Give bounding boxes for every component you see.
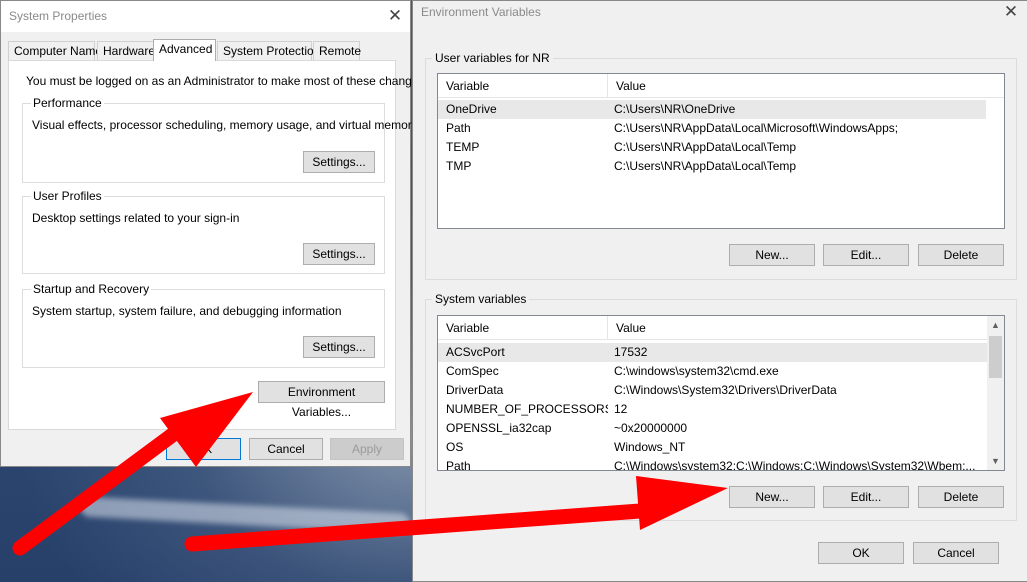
- table-row[interactable]: OPENSSL_ia32cap ~0x20000000: [438, 419, 987, 438]
- startup-recovery-settings-button[interactable]: Settings...: [303, 336, 375, 358]
- cancel-button[interactable]: Cancel: [249, 438, 323, 460]
- startup-recovery-description: System startup, system failure, and debu…: [32, 304, 342, 318]
- close-icon[interactable]: ✕: [384, 6, 406, 26]
- startup-recovery-group: Startup and Recovery System startup, sys…: [22, 282, 385, 368]
- system-variables-label: System variables: [432, 292, 530, 306]
- performance-description: Visual effects, processor scheduling, me…: [32, 118, 418, 132]
- environment-variables-button[interactable]: Environment Variables...: [258, 381, 385, 419]
- wallpaper-streak: [79, 496, 411, 534]
- performance-group: Performance Visual effects, processor sc…: [22, 96, 418, 183]
- table-row[interactable]: ACSvcPort 17532: [438, 343, 987, 362]
- value-cell: C:\Windows\system32;C:\Windows;C:\Window…: [614, 459, 976, 471]
- environment-variables-titlebar: Environment Variables ✕: [413, 1, 1027, 23]
- tab-system-protection[interactable]: System Protection: [217, 41, 320, 60]
- performance-settings-button[interactable]: Settings...: [303, 151, 375, 173]
- close-icon[interactable]: ✕: [1000, 2, 1022, 22]
- variable-cell: DriverData: [446, 383, 504, 397]
- value-cell: ~0x20000000: [614, 421, 688, 435]
- list-header: Variable Value: [438, 316, 1004, 340]
- scroll-up-icon[interactable]: ▲: [987, 317, 1004, 334]
- table-row[interactable]: DriverData C:\Windows\System32\Drivers\D…: [438, 381, 987, 400]
- performance-label: Performance: [31, 96, 104, 110]
- table-row[interactable]: ComSpec C:\windows\system32\cmd.exe: [438, 362, 987, 381]
- variable-cell: Path: [446, 459, 471, 471]
- scroll-down-icon[interactable]: ▼: [987, 453, 1004, 470]
- scroll-thumb[interactable]: [989, 336, 1002, 378]
- table-row[interactable]: TMP C:\Users\NR\AppData\Local\Temp: [438, 157, 986, 176]
- variable-cell: TEMP: [446, 140, 480, 154]
- user-edit-button[interactable]: Edit...: [823, 244, 909, 266]
- window-title: System Properties: [9, 9, 108, 23]
- value-cell: Windows_NT: [614, 440, 686, 454]
- value-cell: C:\windows\system32\cmd.exe: [614, 364, 779, 378]
- user-profiles-settings-button[interactable]: Settings...: [303, 243, 375, 265]
- value-cell: 17532: [614, 345, 648, 359]
- variable-cell: OPENSSL_ia32cap: [446, 421, 552, 435]
- user-profiles-label: User Profiles: [31, 189, 104, 203]
- system-variables-scrollbar[interactable]: ▲ ▼: [987, 316, 1004, 470]
- value-cell: C:\Users\NR\AppData\Local\Temp: [614, 159, 797, 173]
- system-properties-titlebar: System Properties ✕: [1, 1, 410, 32]
- column-header-value[interactable]: Value: [608, 316, 988, 340]
- user-profiles-group: User Profiles Desktop settings related t…: [22, 189, 385, 274]
- system-variables-list[interactable]: Variable Value ACSvcPort 17532 ComSpec C…: [437, 315, 1005, 471]
- value-cell: C:\Users\NR\AppData\Local\Temp: [614, 140, 797, 154]
- system-new-button[interactable]: New...: [729, 486, 815, 508]
- advanced-tab-panel: You must be logged on as an Administrato…: [8, 60, 428, 430]
- user-profiles-description: Desktop settings related to your sign-in: [32, 211, 240, 225]
- table-row[interactable]: OneDrive C:\Users\NR\OneDrive: [438, 100, 986, 119]
- env-cancel-button[interactable]: Cancel: [913, 542, 999, 564]
- system-delete-button[interactable]: Delete: [918, 486, 1004, 508]
- user-new-button[interactable]: New...: [729, 244, 815, 266]
- variable-cell: TMP: [446, 159, 472, 173]
- ok-button[interactable]: OK: [166, 438, 241, 460]
- list-header: Variable Value: [438, 74, 1004, 98]
- startup-recovery-label: Startup and Recovery: [31, 282, 152, 296]
- value-cell: 12: [614, 402, 628, 416]
- table-row[interactable]: Path C:\Windows\system32;C:\Windows;C:\W…: [438, 457, 987, 471]
- table-row[interactable]: Path C:\Users\NR\AppData\Local\Microsoft…: [438, 119, 986, 138]
- value-cell: C:\Users\NR\OneDrive: [614, 102, 736, 116]
- system-edit-button[interactable]: Edit...: [823, 486, 909, 508]
- table-row[interactable]: OS Windows_NT: [438, 438, 987, 457]
- admin-notice: You must be logged on as an Administrato…: [26, 74, 428, 88]
- environment-variables-window: Environment Variables ✕ User variables f…: [412, 0, 1027, 582]
- variable-cell: Path: [446, 121, 471, 135]
- column-header-value[interactable]: Value: [608, 74, 988, 98]
- variable-cell: OS: [446, 440, 464, 454]
- column-header-variable[interactable]: Variable: [438, 316, 608, 340]
- tab-computer-name[interactable]: Computer Name: [8, 41, 102, 60]
- column-header-variable[interactable]: Variable: [438, 74, 608, 98]
- tab-advanced[interactable]: Advanced: [153, 39, 216, 61]
- variable-cell: NUMBER_OF_PROCESSORS: [446, 402, 608, 416]
- value-cell: C:\Users\NR\AppData\Local\Microsoft\Wind…: [614, 121, 899, 135]
- user-variables-label: User variables for NR: [432, 51, 553, 65]
- apply-button: Apply: [330, 438, 404, 460]
- variable-cell: ACSvcPort: [446, 345, 505, 359]
- user-delete-button[interactable]: Delete: [918, 244, 1004, 266]
- tab-hardware[interactable]: Hardware: [97, 41, 155, 60]
- env-ok-button[interactable]: OK: [818, 542, 904, 564]
- table-row[interactable]: TEMP C:\Users\NR\AppData\Local\Temp: [438, 138, 986, 157]
- variable-cell: OneDrive: [446, 102, 497, 116]
- user-variables-list[interactable]: Variable Value OneDrive C:\Users\NR\OneD…: [437, 73, 1005, 229]
- value-cell: C:\Windows\System32\Drivers\DriverData: [614, 383, 837, 397]
- system-properties-window: System Properties ✕ Computer Name Hardwa…: [0, 0, 428, 467]
- tab-remote[interactable]: Remote: [313, 41, 361, 60]
- window-title: Environment Variables: [421, 5, 541, 19]
- variable-cell: ComSpec: [446, 364, 499, 378]
- table-row[interactable]: NUMBER_OF_PROCESSORS 12: [438, 400, 987, 419]
